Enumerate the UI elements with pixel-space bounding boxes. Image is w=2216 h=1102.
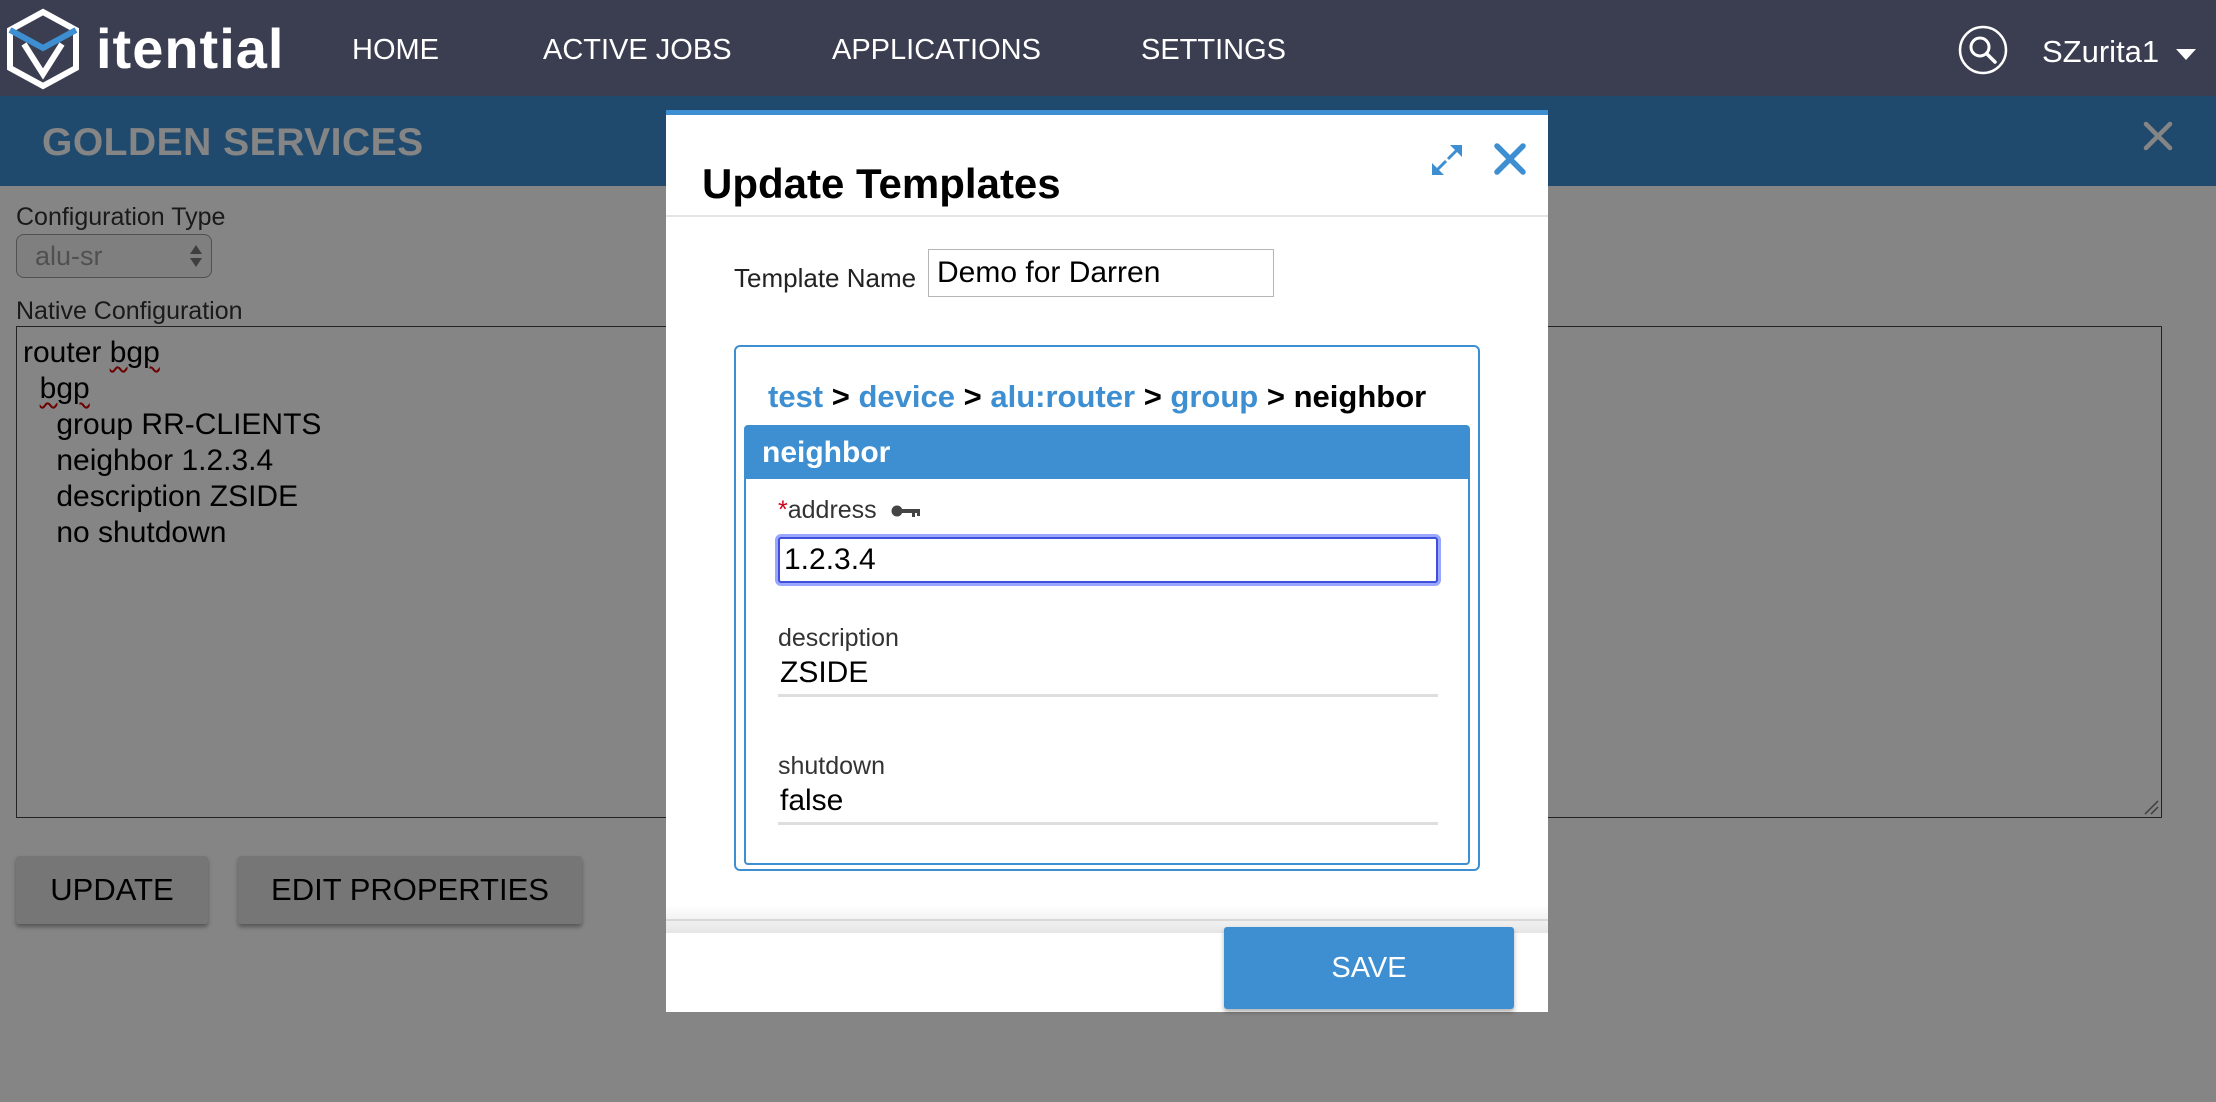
template-name-input[interactable]: [928, 249, 1274, 297]
nav-applications[interactable]: APPLICATIONS: [832, 30, 1041, 70]
save-button[interactable]: SAVE: [1224, 927, 1514, 1009]
nav-active-jobs[interactable]: ACTIVE JOBS: [543, 30, 732, 70]
breadcrumb-current: neighbor: [1293, 379, 1427, 414]
close-icon[interactable]: [1492, 141, 1528, 177]
modal-divider: [666, 215, 1548, 217]
breadcrumb-separator: >: [963, 379, 982, 414]
address-input[interactable]: 1.2.3.4: [778, 537, 1438, 583]
neighbor-node-panel: neighbor *address 1.2.3.4 description ZS…: [744, 425, 1470, 865]
breadcrumb-separator: >: [831, 379, 850, 414]
shutdown-input[interactable]: false: [778, 781, 1438, 825]
update-templates-modal: Update Templates Template Name test > de…: [666, 110, 1548, 1012]
breadcrumb-group[interactable]: group: [1170, 379, 1258, 414]
key-icon: [891, 505, 920, 518]
breadcrumb-separator: >: [1266, 379, 1285, 414]
breadcrumb: test > device > alu:router > group > nei…: [768, 377, 1426, 417]
top-nav-bar: itential HOME ACTIVE JOBS APPLICATIONS S…: [0, 0, 2216, 96]
breadcrumb-alu-router[interactable]: alu:router: [990, 379, 1135, 414]
modal-footer-divider: [666, 919, 1548, 921]
address-label: *address: [778, 495, 922, 525]
search-icon[interactable]: [1958, 25, 2008, 75]
template-tree-box: test > device > alu:router > group > nei…: [734, 345, 1480, 871]
nav-home[interactable]: HOME: [352, 30, 439, 70]
modal-title: Update Templates: [702, 160, 1061, 207]
shutdown-label: shutdown: [778, 752, 886, 780]
user-menu[interactable]: SZurita1: [2042, 30, 2159, 74]
description-input[interactable]: ZSIDE: [778, 653, 1438, 697]
expand-icon[interactable]: [1432, 145, 1462, 175]
itential-logo-icon[interactable]: [6, 8, 80, 90]
breadcrumb-separator: >: [1143, 379, 1162, 414]
address-label-text: address: [787, 496, 877, 524]
chevron-down-icon[interactable]: [2176, 49, 2196, 60]
breadcrumb-test[interactable]: test: [768, 379, 823, 414]
template-name-label: Template Name: [734, 263, 917, 293]
brand-name[interactable]: itential: [96, 14, 284, 84]
node-header: neighbor: [746, 427, 1468, 479]
breadcrumb-device[interactable]: device: [859, 379, 956, 414]
nav-settings[interactable]: SETTINGS: [1141, 30, 1286, 70]
description-label: description: [778, 624, 899, 652]
required-marker: *: [778, 496, 788, 524]
